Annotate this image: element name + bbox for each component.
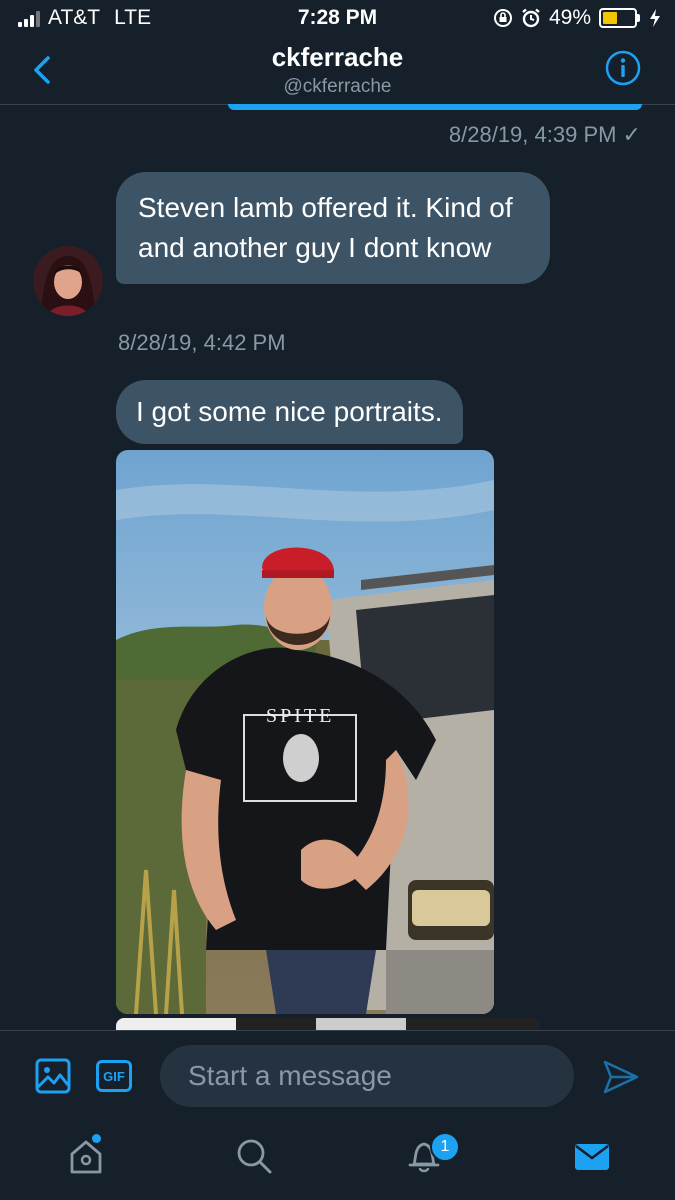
battery-icon [599, 8, 640, 28]
messages-icon[interactable] [572, 1136, 612, 1176]
message-input[interactable] [160, 1045, 574, 1107]
received-timestamp: 8/28/19, 4:42 PM [118, 330, 286, 355]
received-message-bubble[interactable]: Steven lamb offered it. Kind of and anot… [116, 172, 550, 284]
status-right: 49% [493, 6, 661, 30]
status-bar: AT&T LTE 7:28 PM 49% [0, 0, 675, 36]
search-icon[interactable] [234, 1136, 274, 1176]
conversation-handle: @ckferrache [283, 76, 392, 97]
rotation-lock-icon [493, 9, 512, 27]
sent-message-bubble-edge [228, 104, 642, 110]
notification-badge: 1 [430, 1132, 460, 1162]
sent-timestamp: 8/28/19, 4:39 PM ✓ [448, 122, 641, 147]
received-message-bubble[interactable]: I got some nice portraits. [116, 380, 463, 444]
battery-fill [603, 12, 617, 24]
image-icon[interactable] [34, 1057, 72, 1095]
conversation-name[interactable]: ckferrache [0, 42, 675, 73]
send-icon[interactable] [602, 1059, 640, 1095]
conversation-header: ckferrache @ckferrache [0, 36, 675, 105]
portrait-photo[interactable]: SPITE [116, 450, 494, 1014]
home-new-content-dot [92, 1134, 101, 1143]
info-icon[interactable] [605, 50, 641, 86]
message-composer: GIF [0, 1030, 675, 1121]
avatar[interactable] [33, 246, 103, 316]
charging-icon [650, 9, 660, 27]
home-icon[interactable] [66, 1136, 106, 1176]
battery-percent: 49% [548, 6, 591, 29]
alarm-icon [522, 8, 540, 28]
shirt-text: SPITE [266, 705, 334, 727]
gif-button[interactable]: GIF [96, 1060, 132, 1092]
tab-bar: 1 [0, 1120, 675, 1200]
